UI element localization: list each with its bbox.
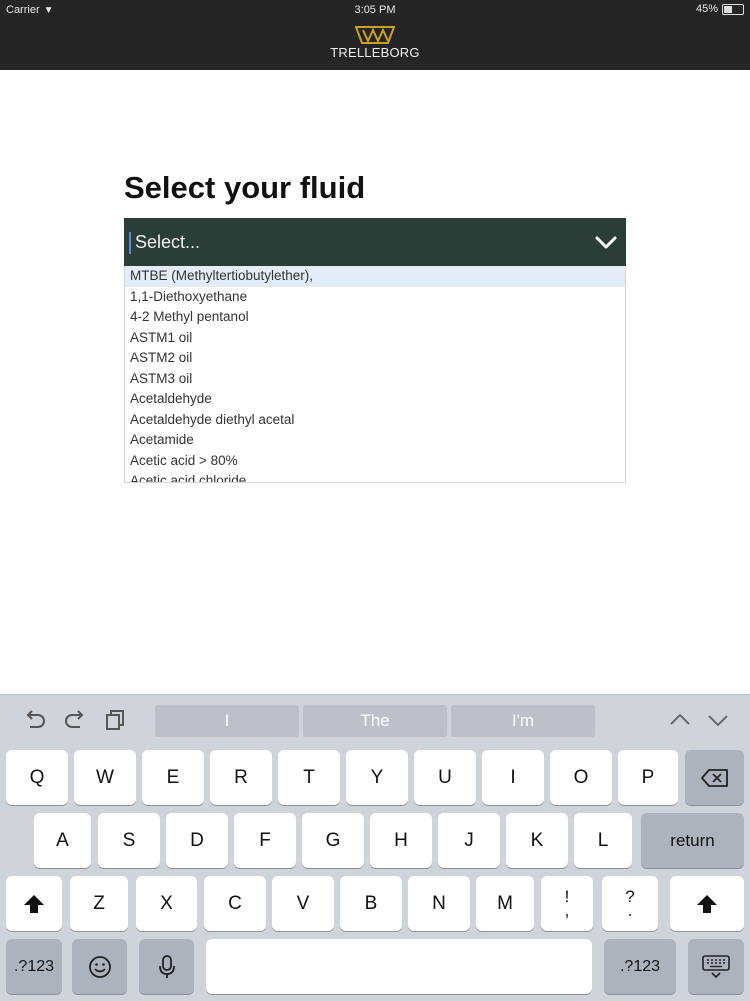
paste-icon[interactable] [104,709,128,731]
return-key[interactable]: return [641,813,744,868]
punct-stack: ? . [625,888,634,920]
fluid-option[interactable]: Acetic acid chloride [125,471,625,482]
key-g[interactable]: G [302,813,364,868]
status-bar: Carrier ▼ 3:05 PM 45% [0,0,750,20]
numbers-key-right[interactable]: .?123 [604,939,676,994]
fluid-option[interactable]: ASTM2 oil [125,348,625,369]
status-time: 3:05 PM [354,4,396,16]
fluid-option[interactable]: Acetaldehyde [125,389,625,410]
select-placeholder: Select... [135,232,201,252]
trelleborg-logo-icon [355,26,395,44]
key-r[interactable]: R [210,750,272,805]
fluid-option[interactable]: Acetaldehyde diethyl acetal [125,410,625,431]
fluid-option[interactable]: Acetamide [125,430,625,451]
on-screen-keyboard: I The I'm Q W E R T Y U I O P A S D F G … [0,694,750,1001]
punct-bottom: , [564,900,570,920]
backspace-key[interactable] [685,750,744,805]
battery-percent: 45% [695,3,718,15]
top-bar: Carrier ▼ 3:05 PM 45% TRELLEBORG [0,0,750,70]
shift-icon [697,894,717,913]
fluid-option[interactable]: ASTM3 oil [125,369,625,390]
fluid-select[interactable]: Select... [124,218,626,266]
punct-bottom: . [627,900,633,920]
chevron-down-icon[interactable] [706,711,730,729]
key-v[interactable]: V [272,876,334,931]
key-f[interactable]: F [234,813,296,868]
keyboard-toolbar: I The I'm [0,695,750,747]
logo-text: TRELLEBORG [330,45,420,60]
key-n[interactable]: N [408,876,470,931]
key-x[interactable]: X [136,876,197,931]
key-w[interactable]: W [74,750,136,805]
microphone-icon [158,954,175,978]
dictation-key[interactable] [139,939,194,994]
key-y[interactable]: Y [346,750,408,805]
keyboard-dismiss-icon [702,954,730,978]
space-key[interactable] [206,939,592,994]
chevron-up-icon[interactable] [668,711,692,729]
key-e[interactable]: E [142,750,204,805]
fluid-option[interactable]: ASTM1 oil [125,328,625,349]
fluid-option[interactable]: Acetic acid > 80% [125,451,625,472]
key-l[interactable]: L [574,813,632,868]
key-c[interactable]: C [204,876,266,931]
redo-icon[interactable] [62,709,88,731]
key-z[interactable]: Z [70,876,128,931]
key-q[interactable]: Q [6,750,68,805]
page-title: Select your fluid [124,170,366,205]
key-u[interactable]: U [414,750,476,805]
fluid-options-list[interactable]: MTBE (Methyltertiobutylether), 1,1-Dieth… [124,266,626,483]
emoji-key[interactable] [72,939,127,994]
emoji-icon [88,955,111,978]
text-cursor [129,232,131,254]
suggestion-2[interactable]: The [303,705,447,737]
shift-left-key[interactable] [6,876,62,931]
key-p[interactable]: P [618,750,678,805]
undo-icon[interactable] [22,709,48,731]
key-k[interactable]: K [506,813,568,868]
key-b[interactable]: B [340,876,402,931]
key-s[interactable]: S [98,813,160,868]
fluid-option[interactable]: 4-2 Methyl pentanol [125,307,625,328]
key-t[interactable]: T [278,750,340,805]
key-a[interactable]: A [34,813,91,868]
backspace-icon [700,768,728,787]
suggestion-3[interactable]: I'm [451,705,595,737]
fluid-option[interactable]: MTBE (Methyltertiobutylether), [125,266,625,287]
shift-icon [24,894,44,913]
battery-icon [722,3,744,15]
shift-right-key[interactable] [670,876,744,931]
key-m[interactable]: M [476,876,534,931]
key-j[interactable]: J [438,813,500,868]
battery-fill [724,5,732,13]
numbers-key-left[interactable]: .?123 [6,939,62,994]
punct-stack: ! , [564,888,570,920]
suggestion-1[interactable]: I [155,705,299,737]
battery-indicator: 45% [696,3,744,15]
fluid-option[interactable]: 1,1-Diethoxyethane [125,287,625,308]
chevron-down-icon[interactable] [594,232,618,252]
key-h[interactable]: H [370,813,432,868]
keyboard-dismiss-key[interactable] [688,939,744,994]
key-i[interactable]: I [482,750,544,805]
key-question-period[interactable]: ? . [602,876,658,931]
key-d[interactable]: D [166,813,228,868]
key-o[interactable]: O [550,750,612,805]
key-exclaim-comma[interactable]: ! , [541,876,593,931]
brand-logo: TRELLEBORG [0,26,750,60]
